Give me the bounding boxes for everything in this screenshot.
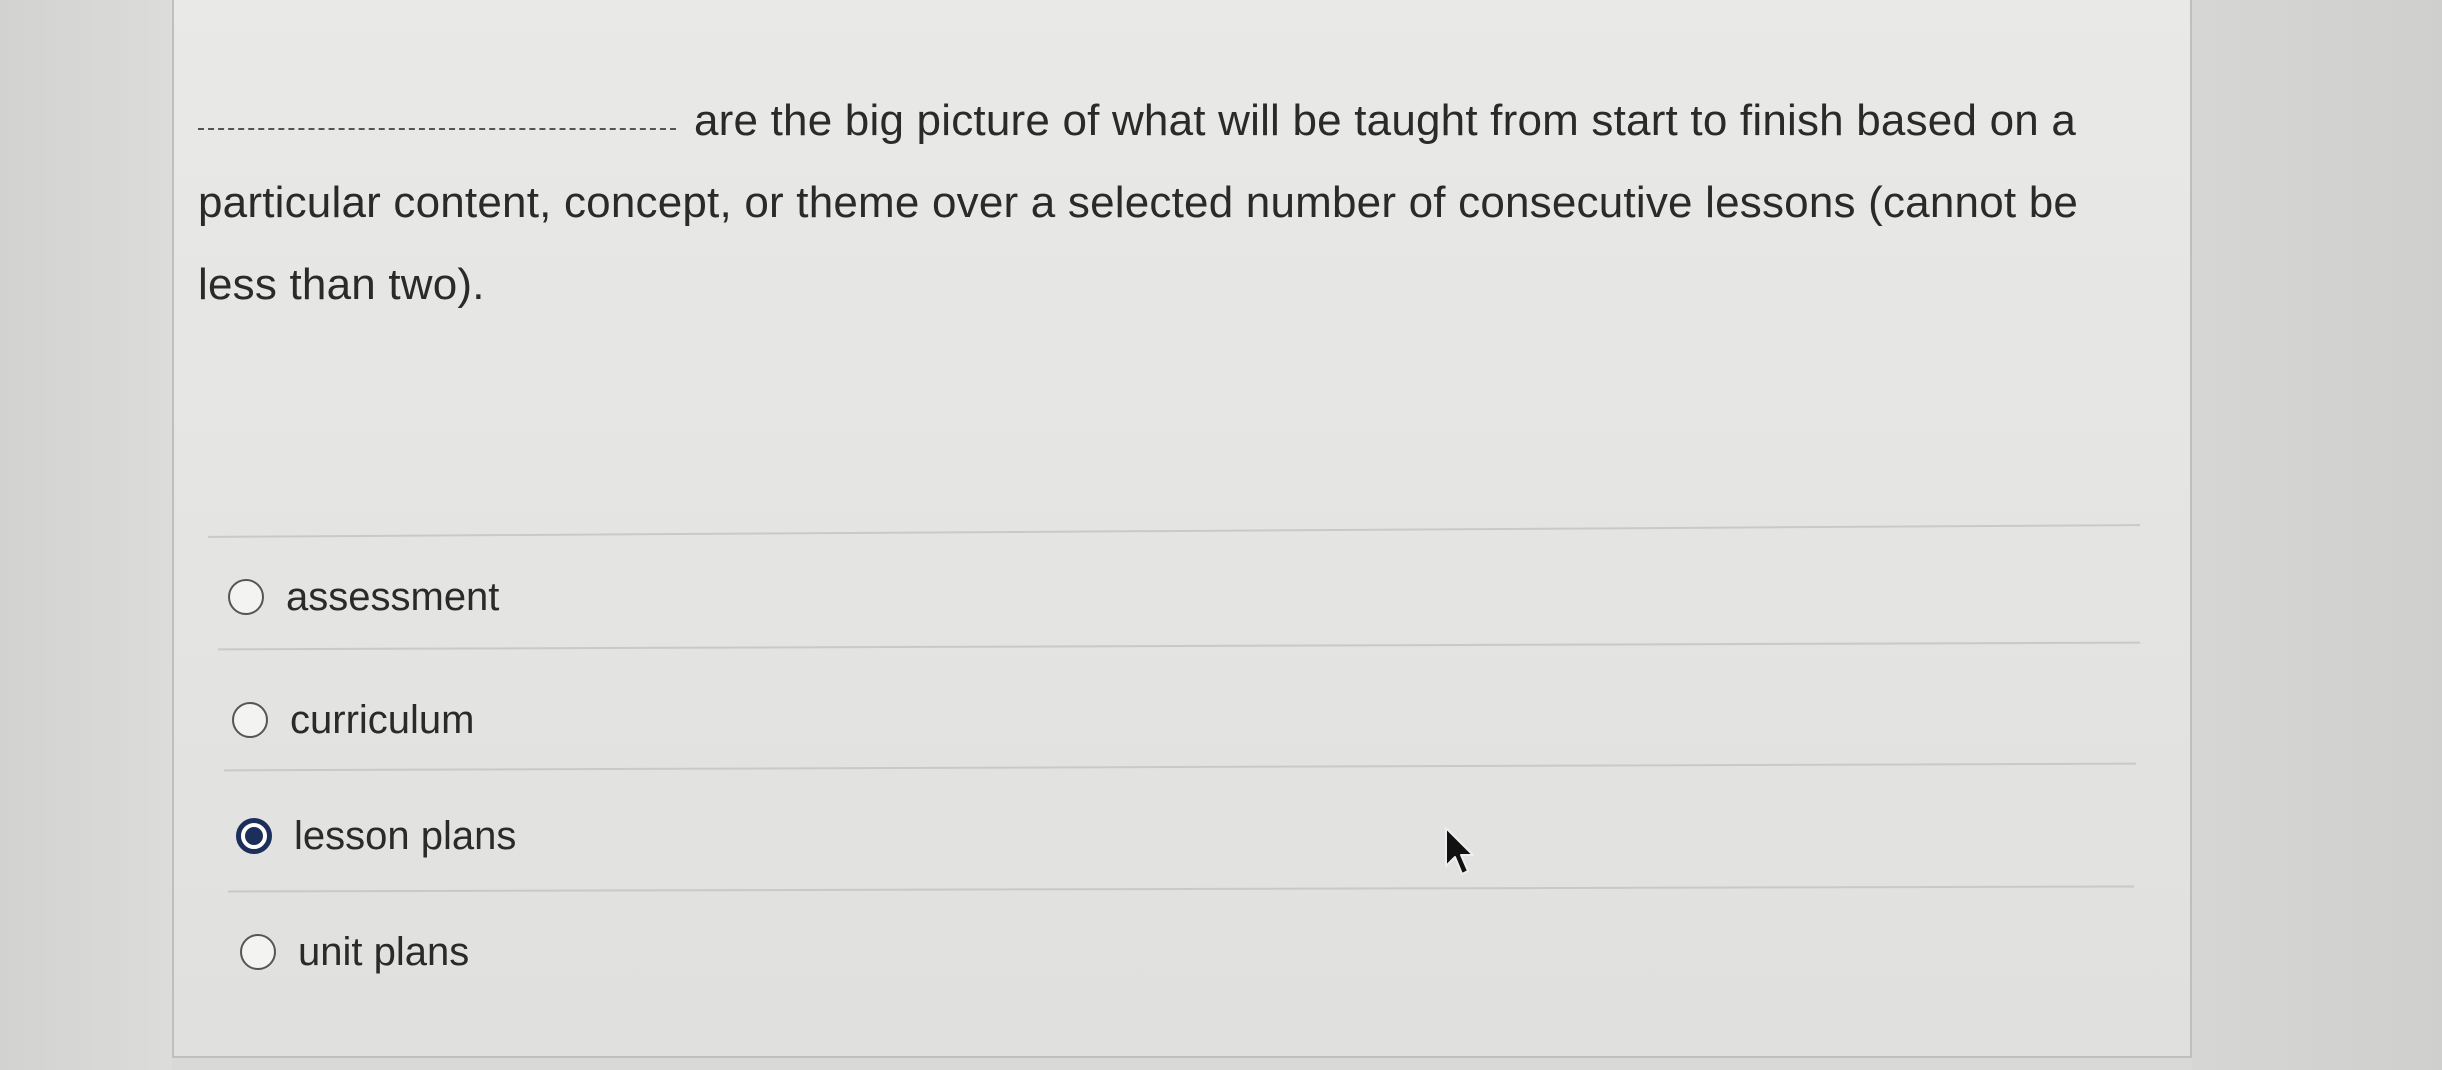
answer-blank (198, 128, 676, 131)
radio-button-unselected[interactable] (232, 702, 268, 738)
radio-dot (245, 827, 263, 845)
background-right (2192, 0, 2442, 1070)
option-label: lesson plans (294, 813, 517, 858)
radio-button-unselected[interactable] (228, 579, 264, 615)
radio-button-unselected[interactable] (240, 934, 276, 970)
background-left (0, 0, 172, 1070)
mouse-pointer-icon (1445, 827, 1474, 875)
option-label: assessment (286, 574, 500, 619)
option-curriculum[interactable]: curriculum (232, 690, 474, 750)
option-label: unit plans (298, 929, 470, 974)
option-assessment[interactable]: assessment (228, 567, 499, 627)
question-prompt: are the big picture of what will be taug… (198, 80, 2118, 326)
option-unit-plans[interactable]: unit plans (240, 922, 469, 982)
option-lesson-plans[interactable]: lesson plans (236, 806, 516, 866)
option-label: curriculum (290, 697, 475, 742)
radio-button-selected[interactable] (236, 818, 272, 854)
